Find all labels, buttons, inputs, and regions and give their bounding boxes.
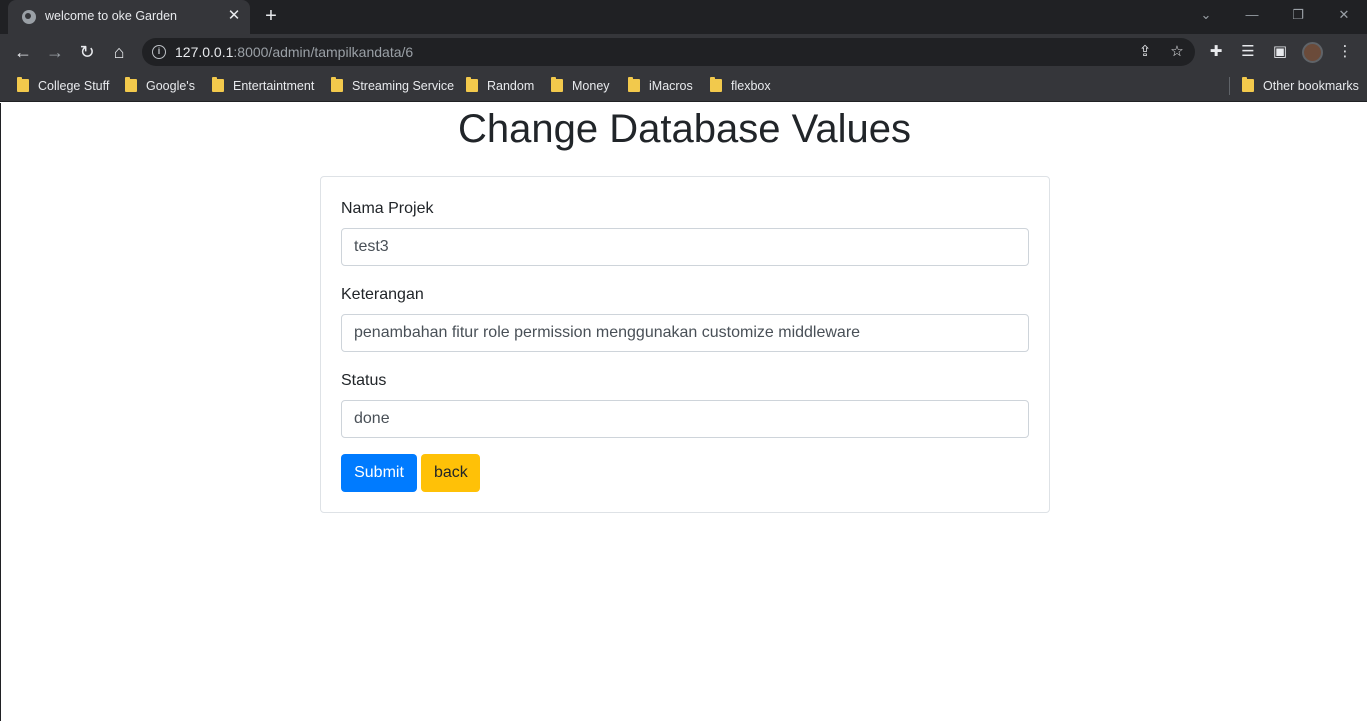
nama-projek-input[interactable]: test3 — [341, 228, 1029, 266]
tab-title: welcome to oke Garden — [45, 9, 178, 23]
folder-icon — [551, 77, 563, 92]
back-arrow-icon[interactable]: ← — [9, 38, 37, 66]
folder-icon — [212, 77, 224, 92]
bookmark-flexbox[interactable]: flexbox — [710, 77, 771, 95]
menu-kebab-icon[interactable]: ⋮ — [1334, 41, 1356, 63]
keterangan-input[interactable]: penambahan fitur role permission menggun… — [341, 314, 1029, 352]
restore-icon[interactable]: ❐ — [1286, 4, 1310, 26]
site-info-icon[interactable]: i — [152, 45, 166, 59]
extensions-icon[interactable]: ✚ — [1205, 41, 1227, 63]
home-icon[interactable]: ⌂ — [105, 38, 133, 66]
page-content: Change Database Values Nama Projek test3… — [0, 103, 1367, 721]
tab-search-icon[interactable]: ⌄ — [1194, 4, 1218, 26]
active-tab[interactable]: welcome to oke Garden ✕ — [8, 0, 250, 34]
edit-form-card: Nama Projek test3 Keterangan penambahan … — [320, 176, 1050, 513]
nama-projek-label: Nama Projek — [341, 200, 434, 217]
submit-button[interactable]: Submit — [341, 454, 417, 492]
side-panel-icon[interactable]: ▣ — [1269, 41, 1291, 63]
bookmark-other-bookmarks[interactable]: Other bookmarks — [1242, 77, 1359, 95]
folder-icon — [1242, 77, 1254, 92]
share-icon[interactable]: ⇪ — [1135, 42, 1155, 62]
status-input[interactable]: done — [341, 400, 1029, 438]
forward-arrow-icon[interactable]: → — [41, 38, 69, 66]
tab-close-icon[interactable]: ✕ — [224, 6, 244, 26]
bookmark-imacros[interactable]: iMacros — [628, 77, 693, 95]
bookmark-streaming-service[interactable]: Streaming Service — [331, 77, 454, 95]
bookmark-star-icon[interactable]: ☆ — [1167, 42, 1187, 62]
folder-icon — [628, 77, 640, 92]
bookmark-money[interactable]: Money — [551, 77, 610, 95]
tab-strip: welcome to oke Garden ✕ + ⌄ — ❐ ✕ — [0, 0, 1367, 34]
globe-icon — [22, 10, 36, 24]
folder-icon — [710, 77, 722, 92]
page-title: Change Database Values — [458, 107, 911, 151]
avatar[interactable] — [1302, 42, 1323, 63]
status-label: Status — [341, 372, 387, 389]
bookmark-random[interactable]: Random — [466, 77, 534, 95]
new-tab-button[interactable]: + — [260, 5, 282, 27]
media-control-icon[interactable]: ☰ — [1237, 41, 1259, 63]
folder-icon — [17, 77, 29, 92]
folder-icon — [466, 77, 478, 92]
folder-icon — [331, 77, 343, 92]
folder-icon — [125, 77, 137, 92]
bookmarks-bar: College Stuff Google's Entertaintment St… — [0, 70, 1367, 102]
bookmark-googles[interactable]: Google's — [125, 77, 195, 95]
minimize-icon[interactable]: — — [1240, 4, 1264, 26]
keterangan-label: Keterangan — [341, 286, 424, 303]
browser-toolbar: ← → ↻ ⌂ i 127.0.0.1:8000/admin/tampilkan… — [0, 34, 1367, 70]
reload-icon[interactable]: ↻ — [73, 38, 101, 66]
bookmark-college-stuff[interactable]: College Stuff — [17, 77, 109, 95]
bookmarks-divider — [1229, 77, 1230, 95]
bookmark-entertaintment[interactable]: Entertaintment — [212, 77, 314, 95]
window-close-icon[interactable]: ✕ — [1332, 4, 1356, 26]
back-button[interactable]: back — [421, 454, 480, 492]
url-text[interactable]: 127.0.0.1:8000/admin/tampilkandata/6 — [175, 44, 413, 60]
address-bar[interactable]: i 127.0.0.1:8000/admin/tampilkandata/6 ⇪… — [142, 38, 1195, 66]
